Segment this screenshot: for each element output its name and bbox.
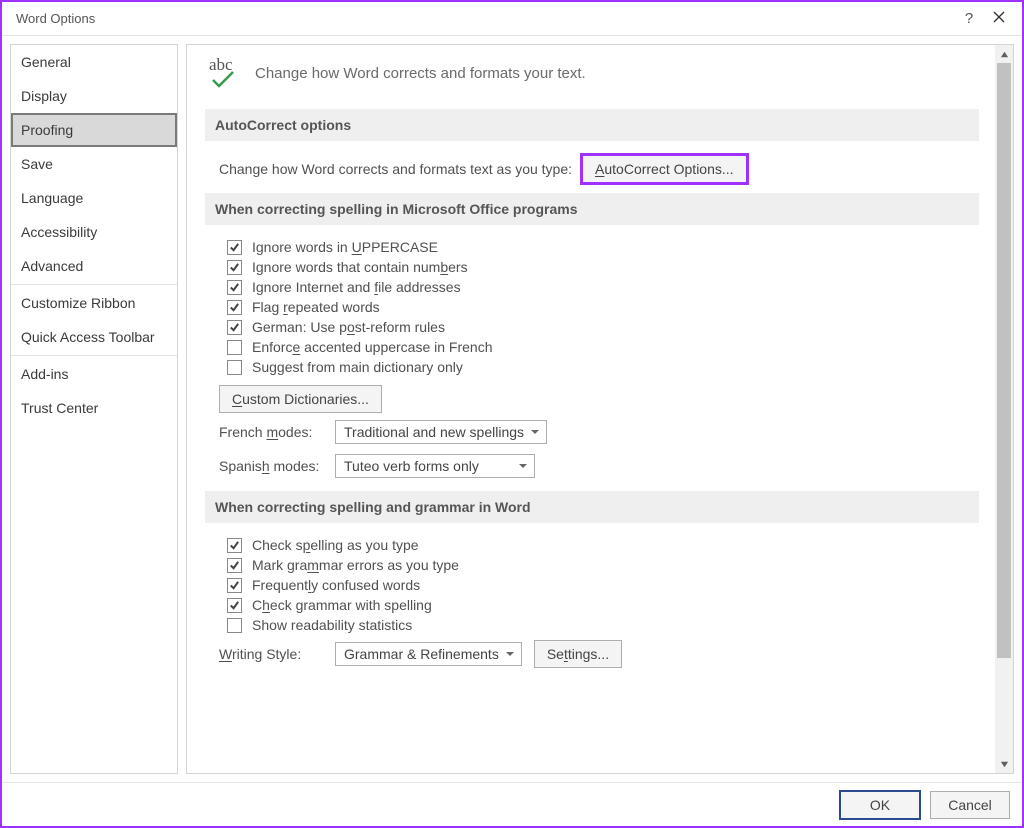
office-checkbox-6[interactable] [227,360,242,375]
office-checkbox-2[interactable] [227,280,242,295]
category-sidebar: GeneralDisplayProofingSaveLanguageAccess… [10,44,178,774]
sidebar-divider [11,355,177,356]
word-checkbox-3[interactable] [227,598,242,613]
word-label-1: Mark grammar errors as you type [252,557,459,573]
sidebar-item-general[interactable]: General [11,45,177,79]
sidebar-divider [11,284,177,285]
help-button[interactable]: ? [954,10,984,27]
grammar-settings-button[interactable]: Settings... [534,640,622,668]
scroll-track[interactable] [995,63,1013,755]
section-autocorrect-header: AutoCorrect options [205,109,979,141]
scroll-thumb[interactable] [997,63,1011,658]
word-options-dialog: Word Options ? GeneralDisplayProofingSav… [0,0,1024,828]
page-subtitle: Change how Word corrects and formats you… [255,65,586,82]
office-checkbox-0[interactable] [227,240,242,255]
word-checkbox-0[interactable] [227,538,242,553]
close-button[interactable] [984,11,1014,26]
autocorrect-options-button[interactable]: AutoCorrect Options... [582,155,747,183]
office-checkbox-4[interactable] [227,320,242,335]
titlebar: Word Options ? [2,2,1022,36]
sidebar-item-quick-access-toolbar[interactable]: Quick Access Toolbar [11,320,177,354]
office-label-0: Ignore words in UPPERCASE [252,239,438,255]
office-label-2: Ignore Internet and file addresses [252,279,461,295]
sidebar-item-trust-center[interactable]: Trust Center [11,391,177,425]
window-title: Word Options [10,11,954,26]
autocorrect-desc: Change how Word corrects and formats tex… [219,161,572,177]
french-modes-dropdown[interactable]: Traditional and new spellings [335,420,547,444]
spanish-modes-label: Spanish modes: [219,458,323,474]
office-option-5: Enforce accented uppercase in French [205,337,979,357]
sidebar-item-advanced[interactable]: Advanced [11,249,177,283]
writing-style-label: Writing Style: [219,646,323,662]
vertical-scrollbar[interactable] [995,45,1013,773]
word-label-2: Frequently confused words [252,577,420,593]
office-option-0: Ignore words in UPPERCASE [205,237,979,257]
section-spelling-word-header: When correcting spelling and grammar in … [205,491,979,523]
office-label-4: German: Use post-reform rules [252,319,445,335]
sidebar-item-proofing[interactable]: Proofing [11,113,177,147]
word-option-4: Show readability statistics [205,615,979,635]
word-label-4: Show readability statistics [252,617,412,633]
word-checkbox-2[interactable] [227,578,242,593]
sidebar-item-customize-ribbon[interactable]: Customize Ribbon [11,286,177,320]
ok-button[interactable]: OK [840,791,920,819]
word-checkbox-4[interactable] [227,618,242,633]
word-checkbox-1[interactable] [227,558,242,573]
cancel-button[interactable]: Cancel [930,791,1010,819]
sidebar-item-accessibility[interactable]: Accessibility [11,215,177,249]
sidebar-item-save[interactable]: Save [11,147,177,181]
word-label-0: Check spelling as you type [252,537,419,553]
dialog-footer: OK Cancel [2,782,1022,826]
office-option-6: Suggest from main dictionary only [205,357,979,377]
office-option-1: Ignore words that contain numbers [205,257,979,277]
word-option-2: Frequently confused words [205,575,979,595]
scroll-up-arrow-icon[interactable] [995,45,1013,63]
office-label-1: Ignore words that contain numbers [252,259,468,275]
office-label-3: Flag repeated words [252,299,380,315]
word-label-3: Check grammar with spelling [252,597,432,613]
office-checkbox-5[interactable] [227,340,242,355]
word-option-0: Check spelling as you type [205,535,979,555]
sidebar-item-add-ins[interactable]: Add-ins [11,357,177,391]
office-checkbox-1[interactable] [227,260,242,275]
office-option-2: Ignore Internet and file addresses [205,277,979,297]
office-option-4: German: Use post-reform rules [205,317,979,337]
writing-style-dropdown[interactable]: Grammar & Refinements [335,642,522,666]
content-panel: abc Change how Word corrects and formats… [186,44,1014,774]
french-modes-label: French modes: [219,424,323,440]
custom-dictionaries-button[interactable]: Custom Dictionaries... [219,385,382,413]
word-option-1: Mark grammar errors as you type [205,555,979,575]
office-checkbox-3[interactable] [227,300,242,315]
proofing-abc-icon: abc [205,55,241,91]
office-label-6: Suggest from main dictionary only [252,359,463,375]
scroll-down-arrow-icon[interactable] [995,755,1013,773]
word-option-3: Check grammar with spelling [205,595,979,615]
office-option-3: Flag repeated words [205,297,979,317]
office-label-5: Enforce accented uppercase in French [252,339,493,355]
sidebar-item-display[interactable]: Display [11,79,177,113]
section-spelling-office-header: When correcting spelling in Microsoft Of… [205,193,979,225]
sidebar-item-language[interactable]: Language [11,181,177,215]
spanish-modes-dropdown[interactable]: Tuteo verb forms only [335,454,535,478]
